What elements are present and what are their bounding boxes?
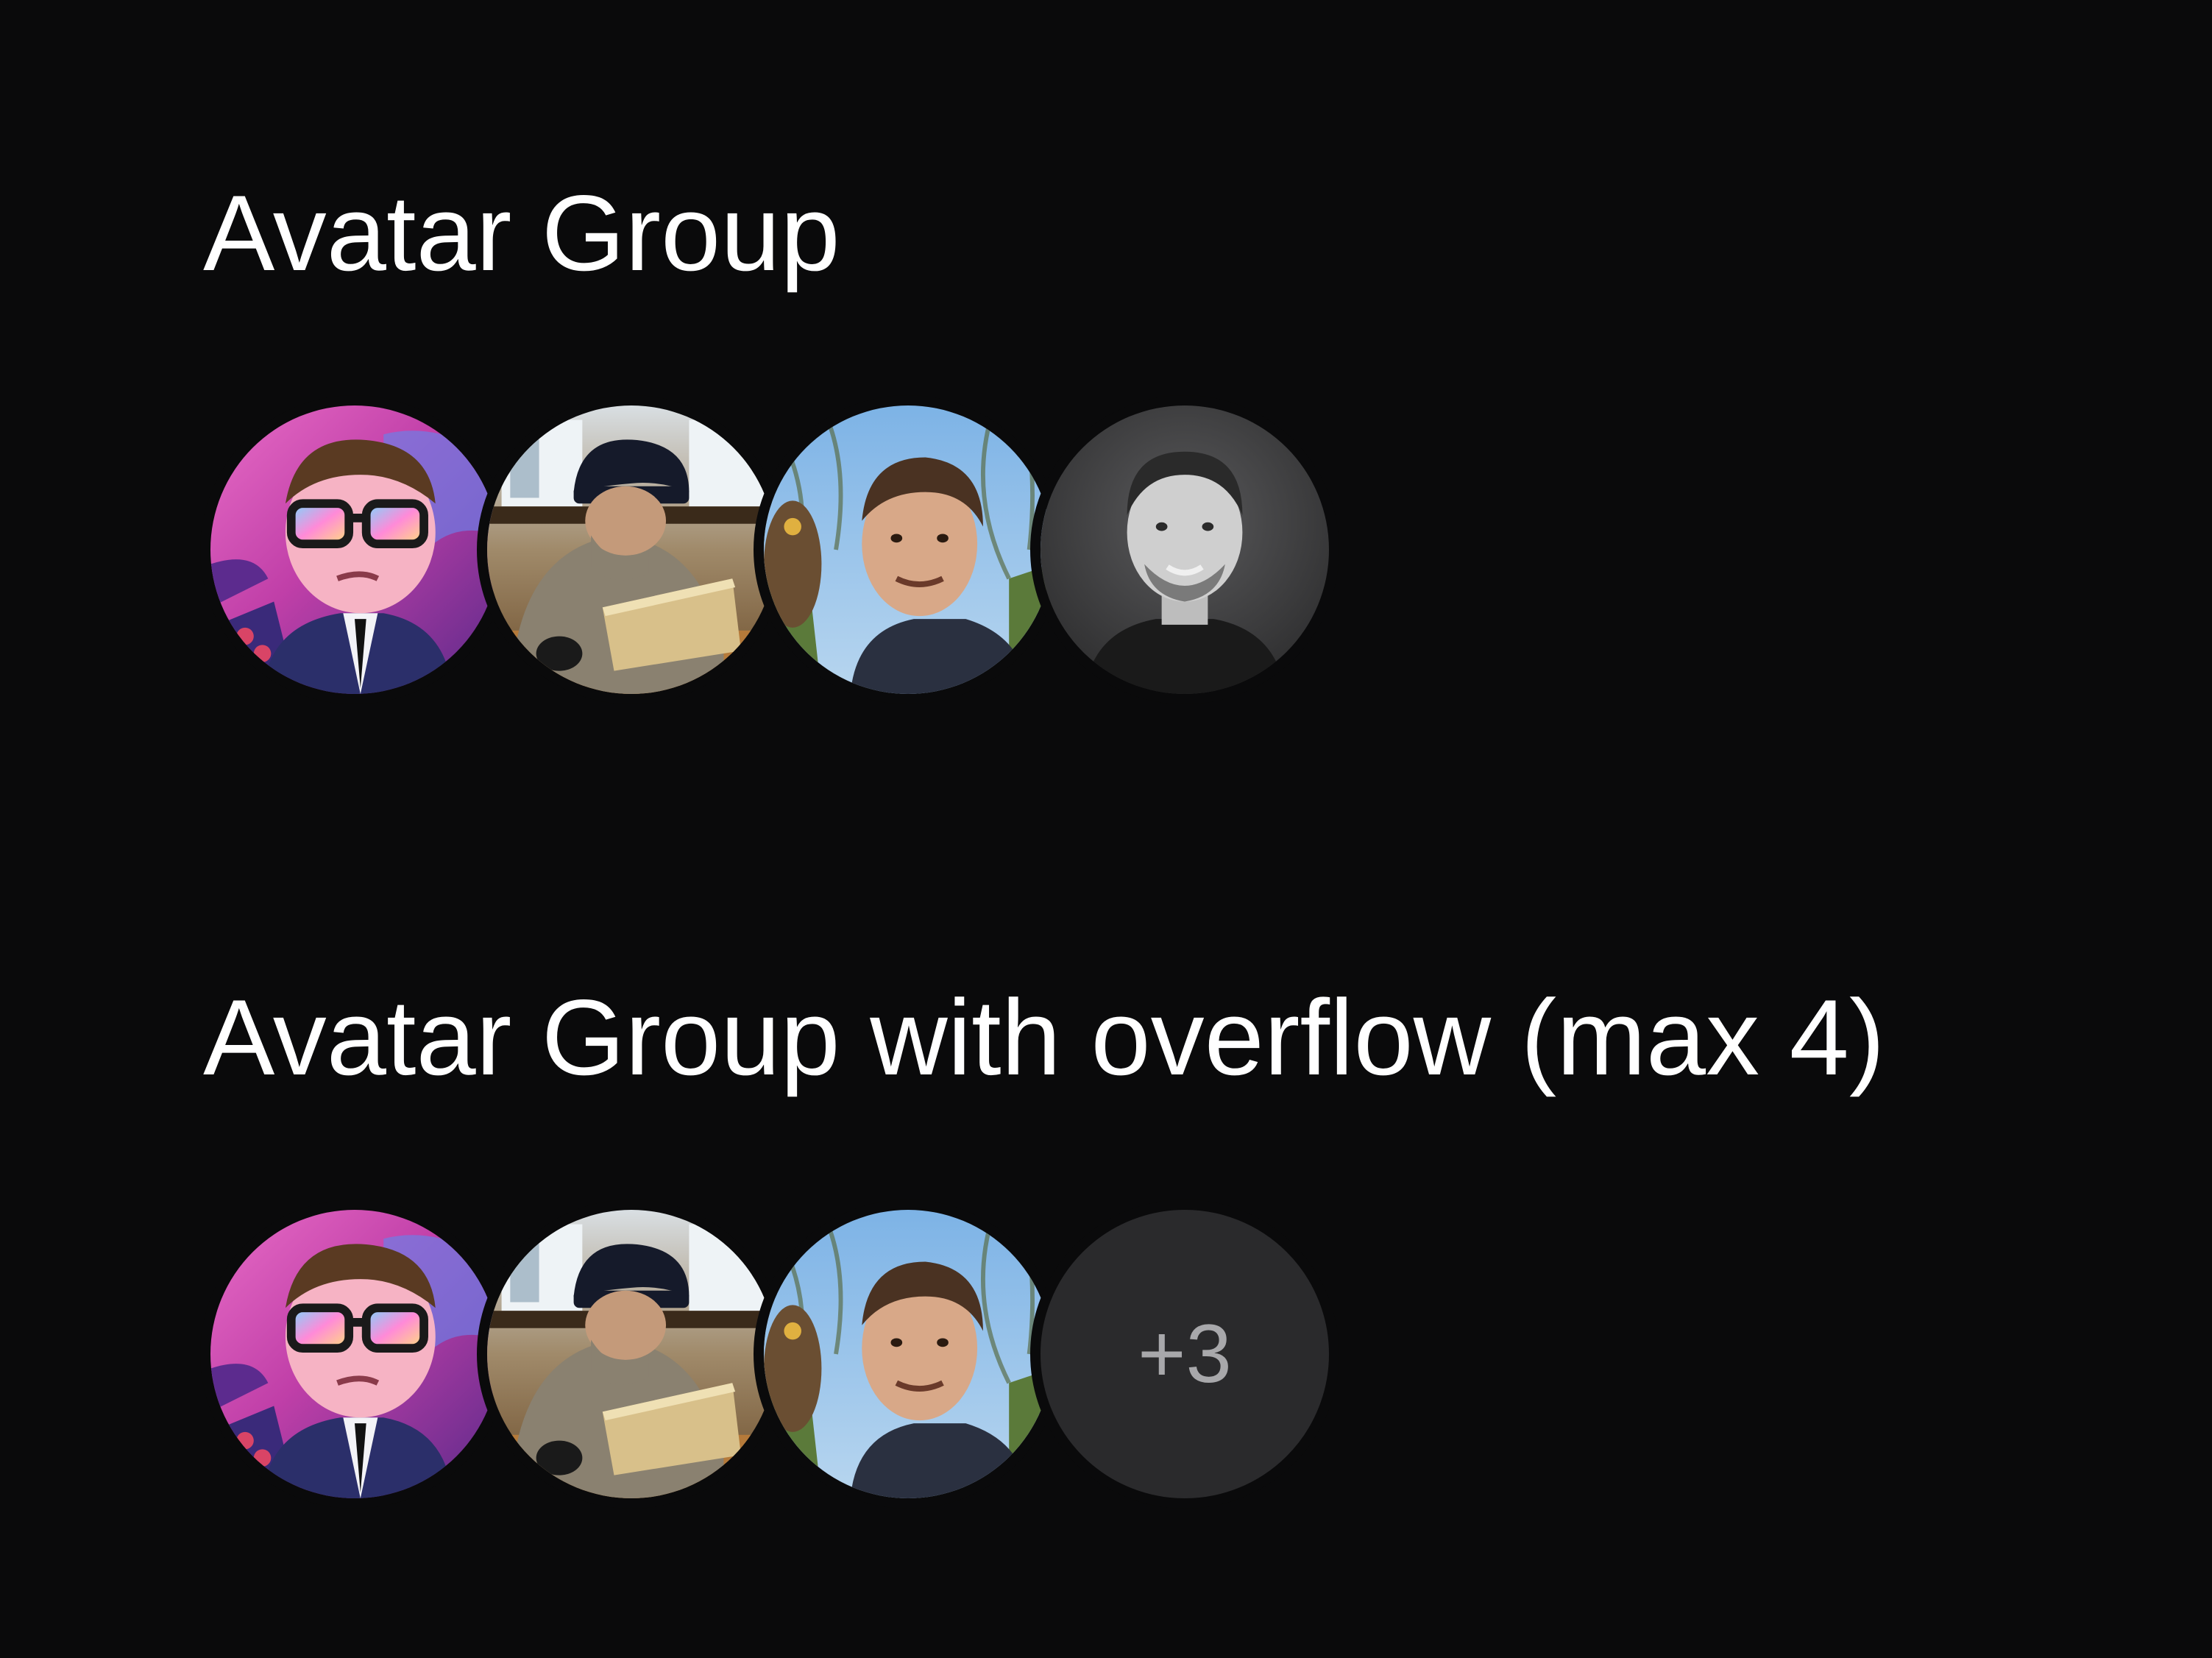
avatar-group-section: Avatar Group [200,171,1339,704]
avatar[interactable] [1030,395,1339,704]
person-with-laptop-avatar-icon [487,405,776,694]
overflow-avatar[interactable]: +3 [1030,1200,1339,1509]
man-with-owl-avatar-icon [764,1210,1052,1498]
avatar[interactable] [477,395,786,704]
person-with-laptop-avatar-icon [487,1210,776,1498]
avatar[interactable] [477,1200,786,1509]
cartoon-sunglasses-avatar-icon [210,1210,499,1498]
overflow-count: +3 [1138,1308,1232,1400]
bw-portrait-avatar-icon [1041,405,1329,694]
avatar[interactable] [200,1200,509,1509]
avatar[interactable] [754,1200,1063,1509]
avatar[interactable] [754,395,1063,704]
man-with-owl-avatar-icon [764,405,1052,694]
avatar-group: +3 [200,1200,1339,1509]
section-title: Avatar Group [203,173,840,293]
avatar[interactable] [200,395,509,704]
section-title: Avatar Group with overflow (max 4) [203,977,1885,1097]
avatar-group-overflow-section: Avatar Group with overflow (max 4) +3 [200,975,1885,1509]
cartoon-sunglasses-avatar-icon [210,405,499,694]
avatar-group [200,395,1339,704]
